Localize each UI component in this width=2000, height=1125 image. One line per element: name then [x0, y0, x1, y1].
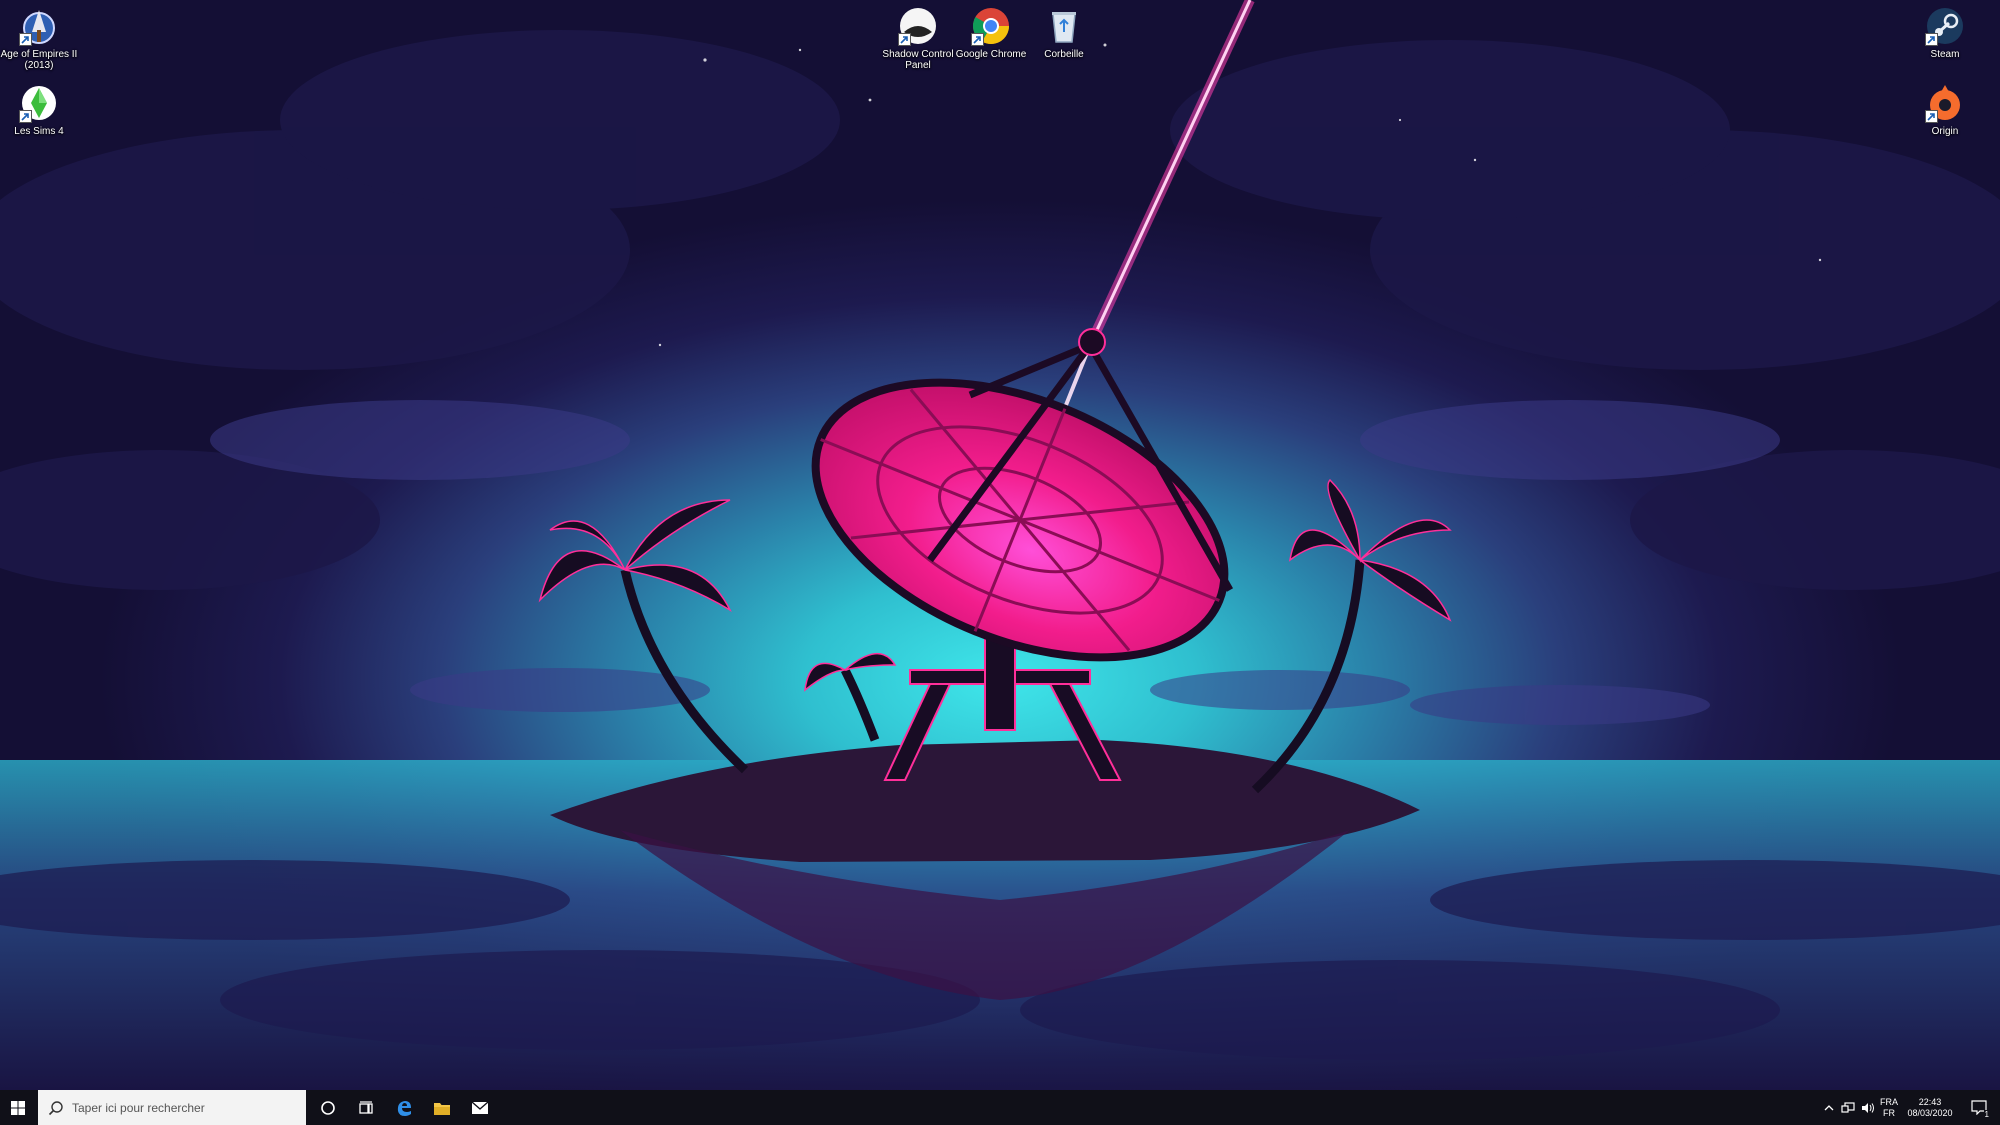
desktop-icon-shadow-control-panel[interactable]: Shadow Control Panel — [879, 0, 957, 71]
desktop-icon-origin[interactable]: Origin — [1906, 77, 1984, 137]
action-center-button[interactable]: 1 — [1962, 1090, 1996, 1125]
steam-icon — [1925, 6, 1965, 46]
chrome-icon — [971, 6, 1011, 46]
start-button[interactable] — [0, 1090, 36, 1125]
desktop-icon-label: Shadow Control Panel — [882, 49, 954, 71]
volume-icon — [1862, 1102, 1874, 1113]
shortcut-arrow-icon — [971, 33, 984, 46]
network-icon — [1841, 1101, 1855, 1113]
desktop-icon-label: Les Sims 4 — [14, 126, 64, 137]
volume-button[interactable] — [1858, 1090, 1878, 1125]
cortana-button[interactable] — [308, 1090, 348, 1125]
shortcut-arrow-icon — [19, 110, 32, 123]
shortcut-arrow-icon — [19, 33, 32, 46]
shortcut-arrow-icon — [1925, 110, 1938, 123]
shortcut-arrow-icon — [1925, 33, 1938, 46]
edge-icon — [397, 1100, 411, 1116]
recycle-bin-icon — [1044, 6, 1084, 46]
file-explorer-icon — [434, 1102, 450, 1115]
language-indicator[interactable]: FRA FR — [1878, 1090, 1900, 1125]
mail-icon — [471, 1100, 489, 1114]
desktop-icon-label: Steam — [1930, 49, 1960, 60]
chevron-up-icon — [1824, 1104, 1834, 1110]
shadow-icon — [898, 6, 938, 46]
desktop-icon-les-sims-4[interactable]: Les Sims 4 — [0, 77, 78, 137]
network-button[interactable] — [1838, 1090, 1858, 1125]
desktop-icon-age-of-empires[interactable]: Age of Empires II (2013) — [0, 0, 78, 71]
task-view-button[interactable] — [346, 1090, 386, 1125]
start-icon — [11, 1100, 25, 1115]
desktop-icon-steam[interactable]: Steam — [1906, 0, 1984, 60]
desktop[interactable]: Age of Empires II (2013) Les Sims 4 Shad… — [0, 0, 2000, 1090]
clock-time: 22:43 — [1918, 1096, 1942, 1107]
task-view-icon — [359, 1100, 373, 1114]
desktop-icon-label: Google Chrome — [955, 49, 1027, 60]
desktop-icon-label: Age of Empires II (2013) — [0, 49, 78, 71]
language-code: FRA — [1880, 1096, 1898, 1107]
show-hidden-icons-button[interactable] — [1820, 1090, 1838, 1125]
origin-icon — [1925, 83, 1965, 123]
sims4-icon — [19, 83, 59, 123]
clock[interactable]: 22:43 08/03/2020 — [1902, 1090, 1958, 1125]
desktop-icon-label: Origin — [1931, 126, 1959, 137]
desktop-icon-corbeille[interactable]: Corbeille — [1025, 0, 1103, 60]
taskbar-mail[interactable] — [460, 1090, 500, 1125]
notification-count: 1 — [1983, 1110, 1990, 1119]
taskbar-file-explorer[interactable] — [422, 1090, 462, 1125]
wallpaper — [0, 0, 2000, 1090]
cortana-icon — [321, 1100, 335, 1115]
search-input[interactable] — [70, 1099, 294, 1116]
search-icon — [48, 1100, 63, 1115]
taskbar-search-box[interactable] — [38, 1090, 306, 1125]
keyboard-layout: FR — [1883, 1107, 1895, 1118]
desktop-icon-label: Corbeille — [1044, 49, 1084, 60]
taskbar-edge[interactable] — [384, 1090, 424, 1125]
shortcut-arrow-icon — [898, 33, 911, 46]
clock-date: 08/03/2020 — [1907, 1107, 1953, 1118]
taskbar: FRA FR 22:43 08/03/2020 1 — [0, 1090, 2000, 1125]
desktop-icon-google-chrome[interactable]: Google Chrome — [952, 0, 1030, 60]
aoe2-icon — [19, 6, 59, 46]
